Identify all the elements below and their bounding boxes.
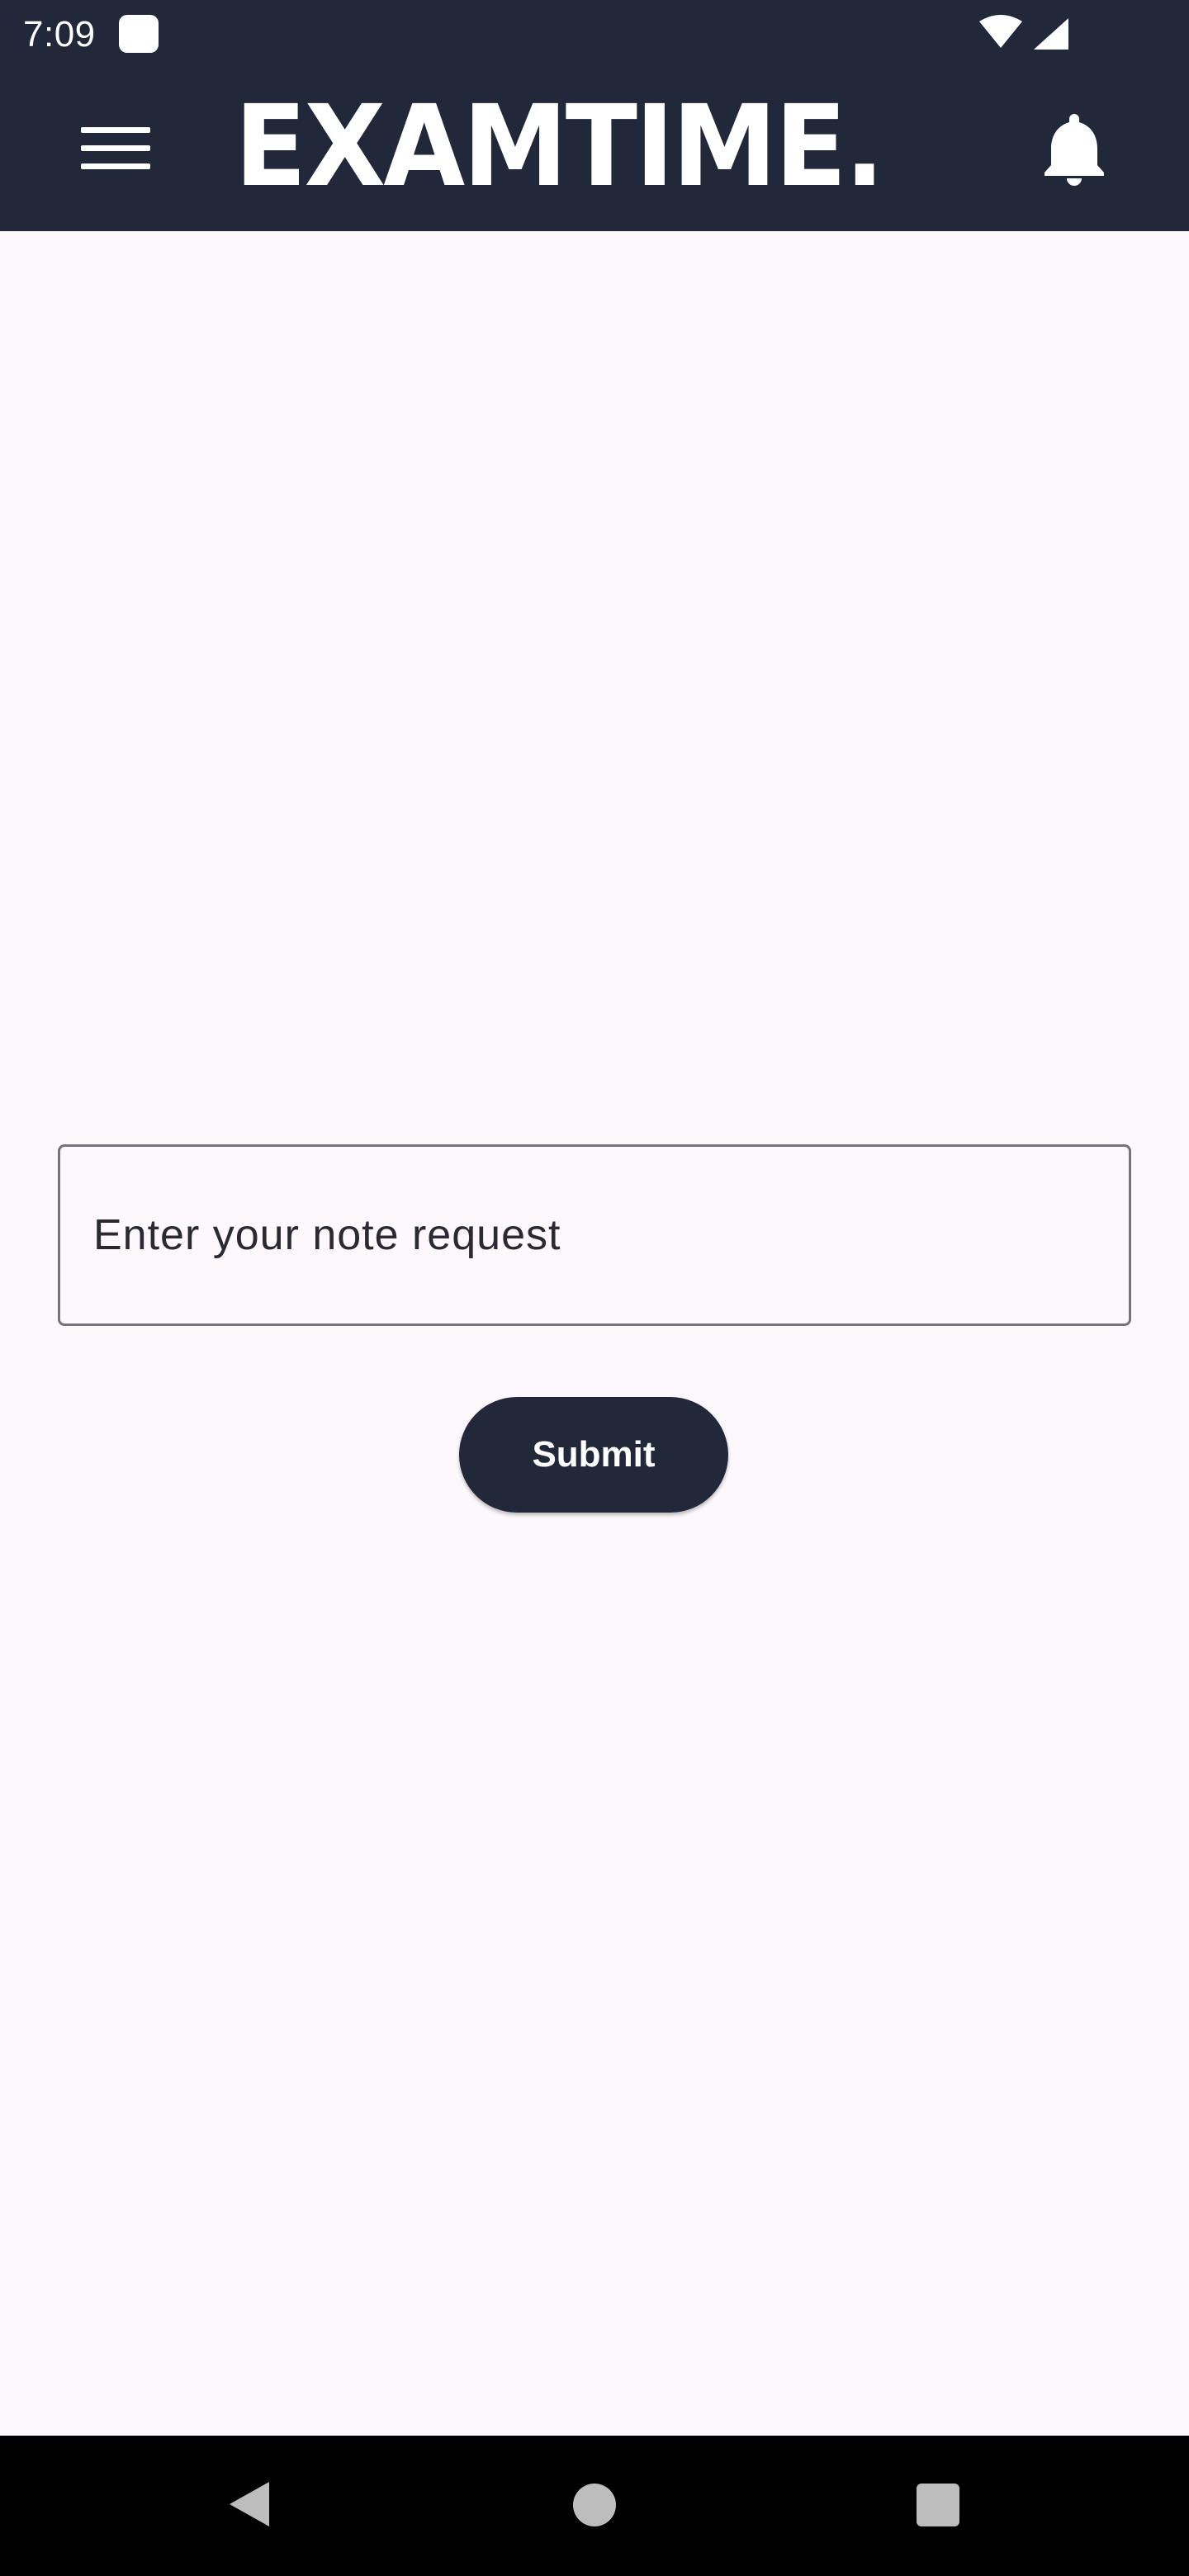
menu-line [81,163,150,169]
submit-button[interactable]: Submit [459,1397,728,1513]
status-icons [974,15,1073,56]
menu-line [81,145,150,151]
app-logo: EXAMTIME. [234,82,884,212]
system-navigation-bar [0,2436,1189,2576]
square-app-icon [119,15,159,53]
recents-square-icon[interactable] [917,2484,959,2526]
status-time: 7:09 [23,14,96,54]
back-triangle-icon [230,2482,269,2526]
app-bar: EXAMTIME. [0,66,1189,231]
top-app-area: 7:09 EXAMTIME. [0,0,1189,231]
home-circle-icon[interactable] [573,2484,616,2526]
status-bar: 7:09 [0,0,1189,66]
bell-icon [1045,114,1104,186]
back-button[interactable] [223,2479,274,2530]
note-request-input[interactable] [58,1144,1131,1326]
notifications-button[interactable] [1029,106,1120,192]
main-content: Submit [0,231,1189,2436]
menu-line [81,127,150,133]
menu-button[interactable] [71,106,162,192]
cell-signal-icon [1034,18,1068,50]
